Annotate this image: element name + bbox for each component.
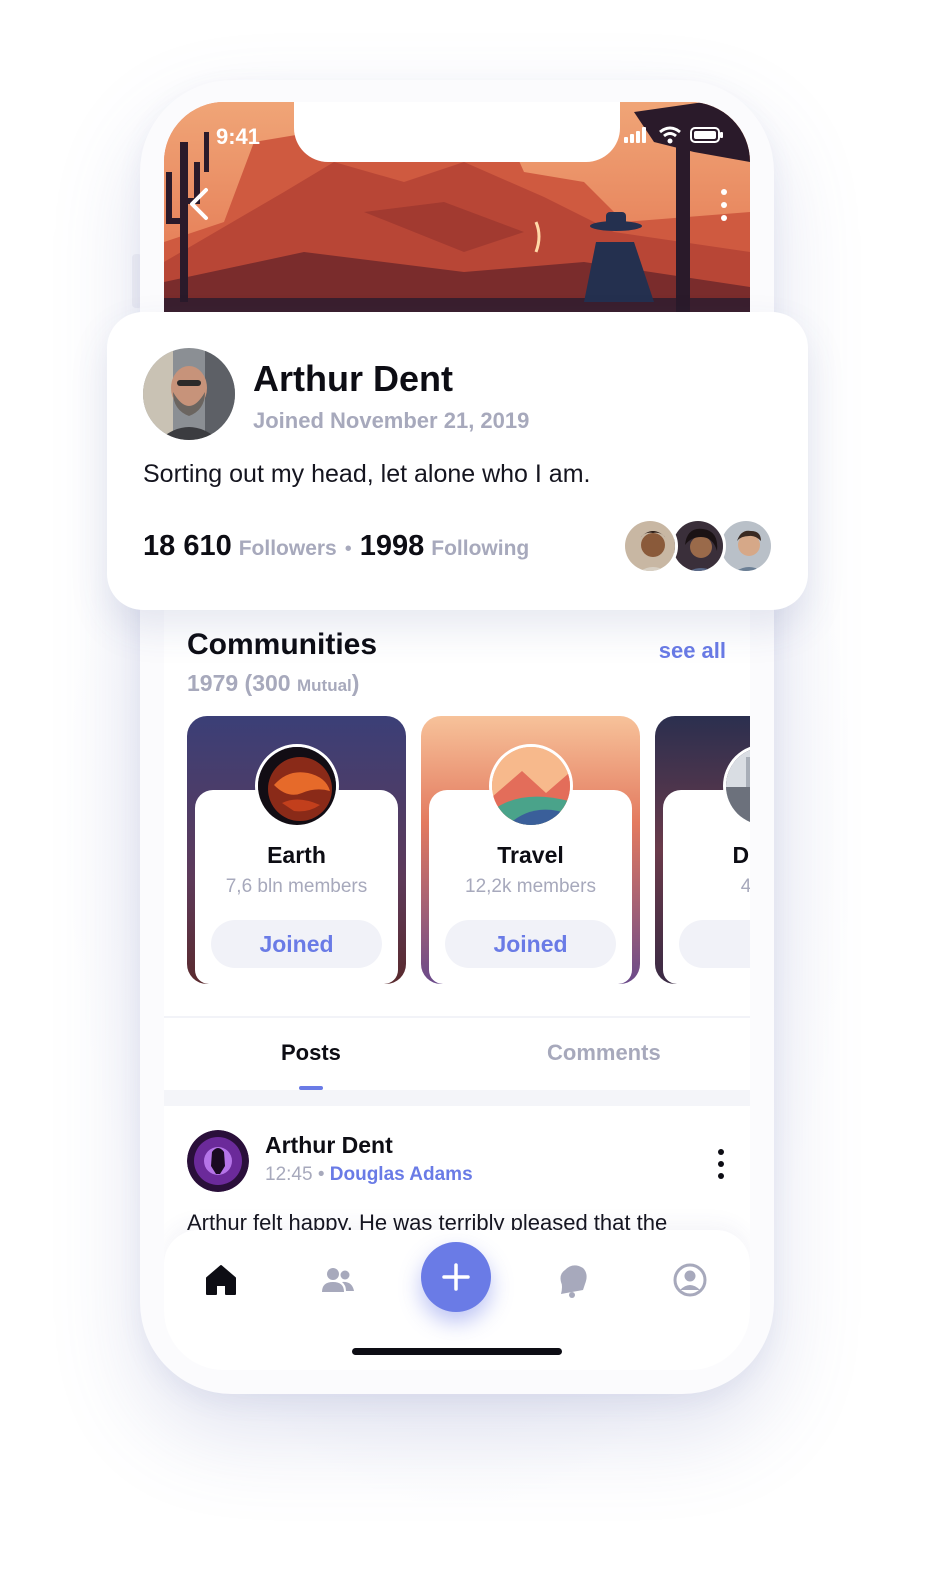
- communities-count-close: ): [351, 670, 360, 696]
- post-source-link[interactable]: Douglas Adams: [330, 1164, 473, 1185]
- community-carousel[interactable]: Earth 7,6 bln members Joined Travel 12,2…: [187, 716, 750, 986]
- stage: 9:41 Communities 1979 (300 Mutual) see a…: [0, 0, 926, 1586]
- communities-mutual-label: Mutual: [296, 676, 352, 695]
- home-indicator: [352, 1348, 562, 1355]
- post-meta-separator: •: [317, 1164, 325, 1185]
- profile-avatar[interactable]: [143, 348, 235, 440]
- add-icon: [442, 1263, 470, 1291]
- communities-count-number: 1979 (300: [187, 670, 291, 696]
- people-icon[interactable]: [318, 1260, 358, 1300]
- follower-avatars[interactable]: [622, 518, 774, 576]
- profile-name: Arthur Dent: [253, 358, 453, 399]
- community-card-earth[interactable]: Earth 7,6 bln members Joined: [187, 716, 406, 984]
- followers-count[interactable]: 18 610: [143, 530, 232, 563]
- bell-icon[interactable]: [553, 1260, 593, 1300]
- community-members: 12,2k members: [465, 876, 596, 897]
- joined-button[interactable]: Joined: [211, 920, 382, 968]
- post-time: 12:45: [265, 1164, 313, 1185]
- post-more-icon[interactable]: [716, 1148, 726, 1180]
- see-all-link[interactable]: see all: [659, 638, 726, 664]
- following-label[interactable]: Following: [431, 537, 529, 561]
- bottom-navigation: [164, 1230, 750, 1370]
- post-meta: 12:45 • Douglas Adams: [265, 1164, 473, 1186]
- communities-title: Communities: [187, 628, 378, 661]
- travel-community-logo: [489, 744, 573, 828]
- section-divider: [164, 1090, 750, 1106]
- following-count[interactable]: 1998: [360, 530, 425, 563]
- community-name: Dress: [732, 842, 750, 868]
- community-card-dress[interactable]: Dress 4,7k r Jo: [655, 716, 750, 984]
- profile-stats: 18 610 Followers • 1998 Following: [143, 530, 529, 563]
- tab-posts[interactable]: Posts: [281, 1040, 341, 1066]
- more-options-icon[interactable]: [718, 188, 730, 222]
- screen: 9:41 Communities 1979 (300 Mutual) see a…: [164, 102, 750, 1370]
- follower-avatar: [622, 518, 678, 574]
- profile-photo: [143, 348, 235, 440]
- astronaut-avatar-image: [187, 1130, 249, 1192]
- status-icons: [624, 126, 724, 144]
- post-author-name[interactable]: Arthur Dent: [265, 1132, 393, 1159]
- community-members: 4,7k r: [740, 876, 750, 897]
- battery-icon: [690, 127, 723, 143]
- tab-bar: [164, 1016, 750, 1090]
- tab-comments[interactable]: Comments: [547, 1040, 661, 1066]
- profile-bio: Sorting out my head, let alone who I am.: [143, 460, 591, 488]
- device-notch: [294, 102, 620, 162]
- home-icon[interactable]: [201, 1260, 241, 1300]
- community-card-travel[interactable]: Travel 12,2k members Joined: [421, 716, 640, 984]
- post-author-avatar[interactable]: [187, 1130, 249, 1192]
- community-name: Travel: [497, 842, 564, 868]
- joined-button[interactable]: Joined: [445, 920, 616, 968]
- community-members: 7,6 bln members: [225, 876, 368, 897]
- add-post-button[interactable]: [421, 1242, 491, 1312]
- profile-card: Arthur Dent Joined November 21, 2019 Sor…: [107, 312, 808, 610]
- community-name: Earth: [267, 842, 326, 868]
- status-time: 9:41: [216, 124, 261, 149]
- joined-button[interactable]: Jo: [679, 920, 750, 968]
- cover-image: 9:41: [164, 102, 750, 314]
- profile-joined-date: Joined November 21, 2019: [253, 408, 530, 433]
- signal-icon: [624, 127, 646, 143]
- communities-count: 1979 (300 Mutual): [187, 670, 359, 697]
- wifi-icon: [659, 126, 681, 144]
- stats-separator: •: [344, 538, 352, 560]
- community-card-body: Dress 4,7k r Jo: [663, 790, 750, 984]
- follower-photo: [625, 521, 675, 571]
- profile-icon[interactable]: [670, 1260, 710, 1300]
- follower-photo: [721, 521, 771, 571]
- follower-avatar: [670, 518, 726, 574]
- earth-community-logo: [255, 744, 339, 828]
- follower-photo: [673, 521, 723, 571]
- back-icon[interactable]: [186, 186, 216, 222]
- follower-avatar: [718, 518, 774, 574]
- followers-label[interactable]: Followers: [239, 537, 337, 561]
